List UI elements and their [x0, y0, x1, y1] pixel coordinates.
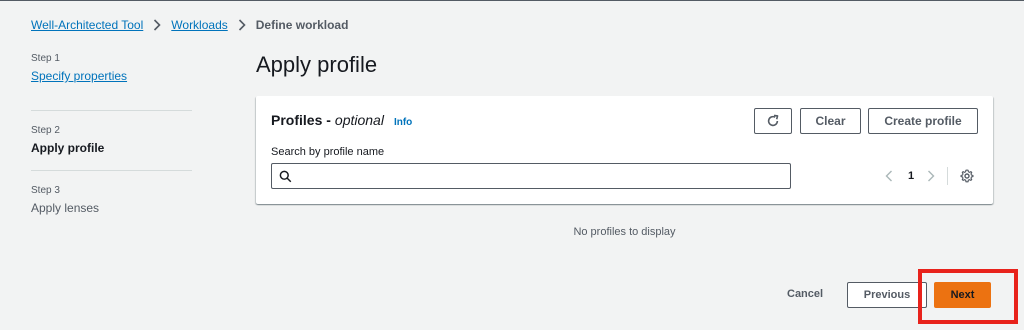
step-3: Step 3 Apply lenses — [31, 170, 192, 230]
panel-title-text: Profiles - — [271, 112, 331, 128]
panel-title: Profiles - optional Info — [271, 112, 412, 128]
chevron-right-icon — [233, 18, 251, 32]
search-field — [271, 163, 791, 189]
page-number[interactable]: 1 — [908, 170, 914, 182]
step-1: Step 1 Specify properties — [31, 50, 192, 110]
pager-divider — [947, 167, 949, 185]
chevron-left-icon[interactable] — [883, 169, 895, 183]
search-icon — [279, 169, 293, 183]
step-title-apply-profile: Apply profile — [31, 141, 105, 155]
step-2: Step 2 Apply profile — [31, 110, 192, 170]
panel-title-optional: optional — [334, 112, 384, 128]
step-number: Step 1 — [31, 53, 60, 64]
refresh-icon — [766, 114, 780, 128]
step-number: Step 3 — [31, 185, 60, 196]
cancel-button[interactable]: Cancel — [787, 288, 823, 300]
top-border — [0, 0, 1024, 1]
refresh-button[interactable] — [754, 108, 792, 134]
step-link-specify-properties[interactable]: Specify properties — [31, 68, 192, 85]
breadcrumb-current: Define workload — [255, 18, 349, 32]
breadcrumb-link-workloads[interactable]: Workloads — [171, 18, 227, 32]
empty-state-message: No profiles to display — [573, 226, 676, 238]
search-label: Search by profile name — [271, 146, 385, 158]
breadcrumb-link-well-architected-tool[interactable]: Well-Architected Tool — [31, 18, 143, 32]
pagination: 1 — [883, 166, 974, 186]
next-button[interactable]: Next — [934, 282, 991, 308]
gear-icon[interactable] — [960, 169, 974, 183]
breadcrumb: Well-Architected Tool Workloads Define w… — [31, 18, 348, 32]
step-number: Step 2 — [31, 125, 60, 136]
step-title-apply-lenses: Apply lenses — [31, 201, 100, 215]
profiles-panel: Profiles - optional Info Clear Create pr… — [256, 96, 993, 204]
search-input[interactable] — [299, 165, 790, 187]
previous-button[interactable]: Previous — [847, 282, 927, 308]
chevron-right-icon — [148, 18, 166, 32]
info-link[interactable]: Info — [394, 117, 412, 128]
page-title: Apply profile — [256, 52, 378, 77]
wizard-steps: Step 1 Specify properties Step 2 Apply p… — [31, 50, 192, 230]
chevron-right-icon[interactable] — [925, 169, 937, 183]
clear-button[interactable]: Clear — [800, 108, 861, 134]
create-profile-button[interactable]: Create profile — [868, 108, 978, 134]
